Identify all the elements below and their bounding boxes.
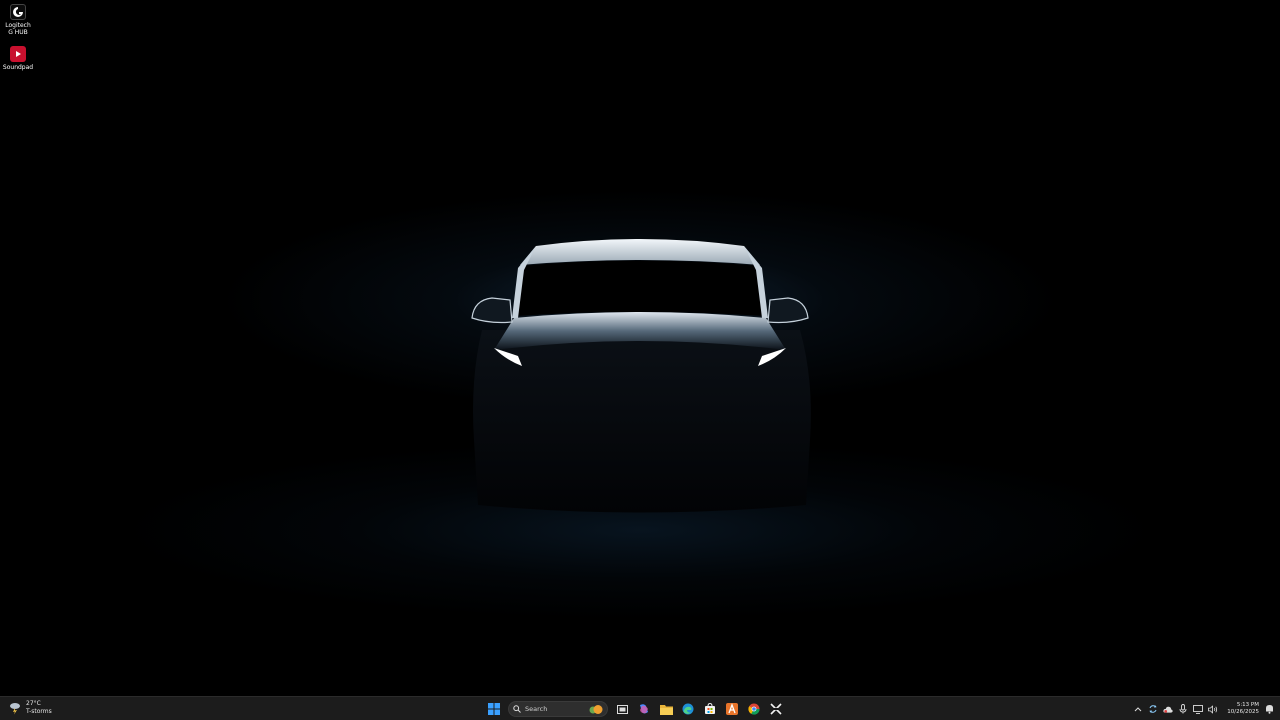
microphone-icon [1179, 704, 1187, 714]
taskbar-clock[interactable]: 5:13 PM 10/26/2025 [1227, 702, 1259, 716]
desktop-icon-label: Soundpad [2, 64, 34, 71]
search-icon [513, 705, 521, 713]
tray-cloud[interactable] [1163, 704, 1173, 714]
desktop-icon-soundpad[interactable]: Soundpad [2, 46, 34, 71]
tray-overflow-button[interactable] [1133, 704, 1143, 714]
taskbar-center: Search [486, 697, 784, 720]
soundpad-icon [10, 46, 26, 62]
tray-microphone[interactable] [1178, 704, 1188, 714]
car-silhouette-image [471, 239, 811, 513]
sync-icon [1149, 705, 1157, 713]
notification-center-button[interactable] [1264, 704, 1274, 714]
start-button[interactable] [486, 701, 502, 717]
clock-time: 5:13 PM [1236, 702, 1259, 708]
copilot-icon [640, 704, 648, 714]
taskbar: 27°C T-storms Search 5:13 PM 10/26/2025 [0, 696, 1280, 720]
weather-condition: T-storms [26, 708, 52, 715]
file-explorer-icon [659, 704, 673, 715]
desktop-wallpaper [0, 0, 1280, 696]
app-a-button[interactable] [724, 701, 740, 717]
capcut-icon [770, 703, 782, 715]
display-icon [1193, 704, 1204, 714]
weather-widget[interactable]: 27°C T-storms [8, 700, 52, 716]
clock-date: 10/26/2025 [1227, 709, 1259, 715]
copilot-button[interactable] [636, 701, 652, 717]
search-label: Search [525, 705, 548, 713]
task-view-icon [616, 704, 628, 714]
tray-sync[interactable] [1148, 704, 1158, 714]
chrome-icon [748, 703, 760, 715]
chevron-up-icon [1134, 707, 1142, 712]
taskbar-search[interactable]: Search [508, 701, 608, 717]
desktop-icon-label: Logitech G HUB [5, 22, 31, 36]
volume-icon [1208, 704, 1218, 714]
tray-volume[interactable] [1208, 704, 1218, 714]
file-explorer-button[interactable] [658, 701, 674, 717]
thunderstorm-icon [10, 703, 20, 715]
notification-bell-icon [1265, 705, 1273, 714]
app-a-icon [726, 703, 738, 715]
windows-start-icon [488, 703, 500, 715]
microsoft-store-icon [705, 703, 715, 714]
logitech-g-hub-icon [10, 4, 26, 20]
edge-button[interactable] [680, 701, 696, 717]
cloud-icon [1163, 706, 1173, 713]
search-highlight-icon [589, 705, 603, 714]
chrome-button[interactable] [746, 701, 762, 717]
capcut-button[interactable] [768, 701, 784, 717]
edge-browser-icon [682, 703, 694, 715]
weather-temperature: 27°C [26, 700, 41, 707]
desktop-icon-logitech-g-hub[interactable]: Logitech G HUB [2, 4, 34, 36]
tray-display[interactable] [1193, 704, 1204, 714]
store-button[interactable] [702, 701, 718, 717]
system-tray: 5:13 PM 10/26/2025 [1133, 697, 1274, 720]
task-view-button[interactable] [614, 701, 630, 717]
